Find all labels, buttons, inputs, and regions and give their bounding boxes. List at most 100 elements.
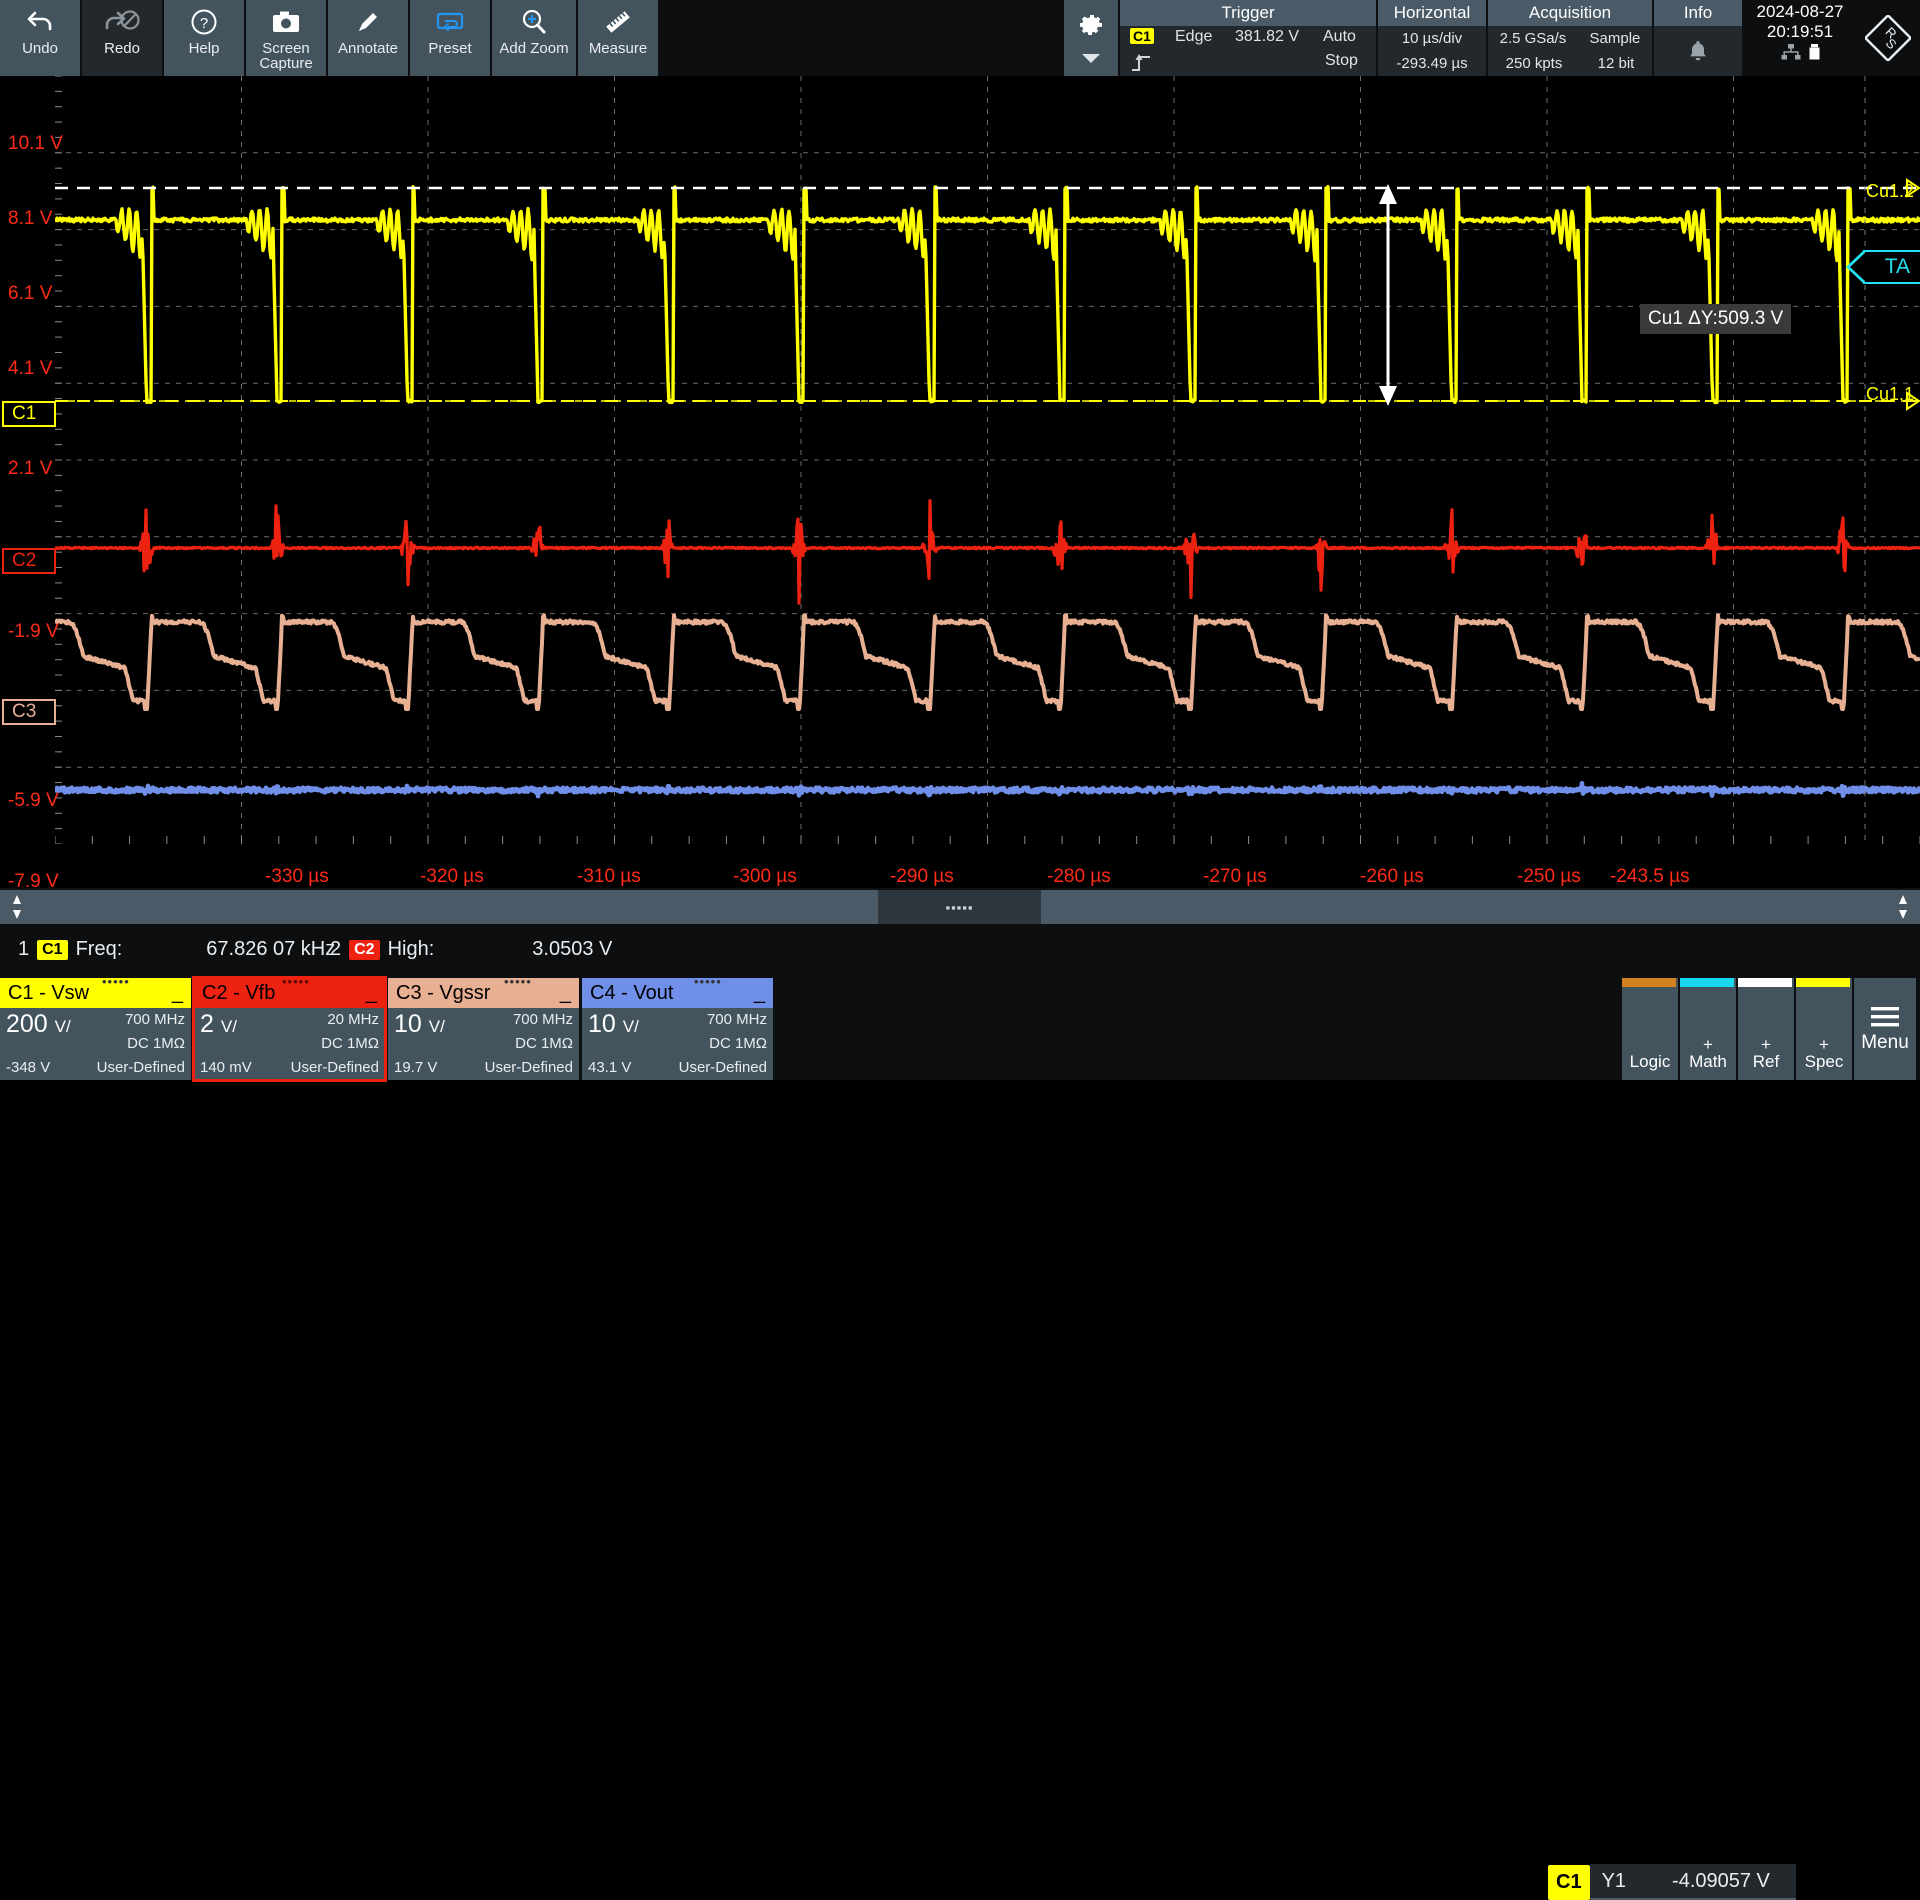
measurement-item-1[interactable]: 1 C1 Freq: 67.826 07 kHz — [18, 938, 335, 961]
settings-button[interactable] — [1064, 0, 1120, 76]
trigger-panel[interactable]: Trigger C1 Edge 381.82 V Auto Stop — [1120, 0, 1378, 76]
channel-card-c3[interactable]: C3 - Vgssr ••••• _ 10 V/ 19.7 V 700 MHz … — [388, 974, 579, 1080]
c4-card-header[interactable]: C4 - Vout ••••• _ — [582, 974, 773, 1008]
y-tick-label: -7.9 V — [8, 871, 59, 888]
c1-card-body[interactable]: 200 V/ -348 V 700 MHz DC 1MΩ User-Define… — [0, 1008, 191, 1080]
ta-label: TA — [1845, 250, 1920, 284]
ref-label: Ref — [1752, 1052, 1780, 1071]
c3-minimize-button[interactable]: _ — [560, 982, 571, 1005]
trigger-marker-ta[interactable]: TA — [1845, 250, 1920, 284]
chevron-down-icon[interactable] — [1080, 51, 1102, 65]
undo-icon — [25, 6, 55, 38]
channel-card-c4[interactable]: C4 - Vout ••••• _ 10 V/ 43.1 V 700 MHz D… — [582, 974, 773, 1080]
scroll-up-down-left[interactable] — [3, 890, 31, 924]
math-button[interactable]: + Math — [1680, 978, 1738, 1080]
math-plus: + — [1703, 1035, 1713, 1054]
measure-button[interactable]: Measure — [578, 0, 660, 76]
plot-canvas[interactable] — [55, 76, 1920, 844]
spec-plus: + — [1819, 1035, 1829, 1054]
c4-coupling: DC 1MΩ — [709, 1035, 767, 1052]
c2-minimize-button[interactable]: _ — [366, 982, 377, 1005]
meas2-channel: C2 — [349, 939, 380, 960]
undo-button[interactable]: Undo — [0, 0, 82, 76]
c3-card-header[interactable]: C3 - Vgssr ••••• _ — [388, 974, 579, 1008]
help-button[interactable]: ? Help — [164, 0, 246, 76]
channel-card-c1[interactable]: C1 - Vsw ••••• _ 200 V/ -348 V 700 MHz D… — [0, 974, 191, 1080]
ref-button[interactable]: + Ref — [1738, 978, 1796, 1080]
c1-minimize-button[interactable]: _ — [172, 982, 183, 1005]
horizontal-panel[interactable]: Horizontal 10 µs/div -293.49 µs — [1378, 0, 1488, 76]
acquisition-body: 2.5 GSa/s Sample 250 kpts 12 bit — [1488, 26, 1652, 76]
channel-marker-c3[interactable]: C3 — [2, 699, 57, 725]
info-panel[interactable]: Info — [1654, 0, 1744, 76]
channel-card-c2[interactable]: C2 - Vfb ••••• _ 2 V/ 140 mV 20 MHz DC 1… — [192, 974, 387, 1082]
bell-icon[interactable] — [1685, 38, 1711, 64]
math-color-cap — [1680, 978, 1734, 987]
c4-drag-dots: ••••• — [694, 974, 722, 989]
c3-probe: User-Defined — [484, 1059, 573, 1076]
annotate-label: Annotate — [337, 40, 399, 57]
add-zoom-button[interactable]: Add Zoom — [492, 0, 578, 76]
cursor-delta-readout: Cu1 ΔY:509.3 V — [1640, 304, 1792, 334]
c3-marker-label: C3 — [2, 699, 57, 725]
screen-capture-button[interactable]: Screen Capture — [246, 0, 328, 76]
c2-card-body[interactable]: 2 V/ 140 mV 20 MHz DC 1MΩ User-Defined — [194, 1008, 385, 1080]
c4-minimize-button[interactable]: _ — [754, 982, 765, 1005]
c1-card-title: C1 - Vsw — [8, 981, 90, 1004]
y-tick-label: 10.1 V — [8, 133, 63, 154]
cursor-readout-box[interactable]: C1 Y1 -4.09057 V — [1548, 1864, 1796, 1900]
rising-edge-icon — [1130, 52, 1152, 74]
c4-card-body[interactable]: 10 V/ 43.1 V 700 MHz DC 1MΩ User-Defined — [582, 1008, 773, 1080]
acquisition-mode: Sample — [1589, 30, 1641, 47]
meas1-name: Freq: — [75, 938, 123, 960]
horizontal-body: 10 µs/div -293.49 µs — [1378, 26, 1486, 76]
scroll-up-down-right[interactable] — [1889, 890, 1917, 924]
trigger-level: 381.82 V — [1235, 28, 1300, 45]
c3-bandwidth: 700 MHz — [512, 1011, 573, 1028]
meas2-index: 2 — [330, 938, 342, 960]
cursor-readout-value: -4.09057 V — [1672, 1869, 1770, 1892]
spec-button[interactable]: + Spec — [1796, 978, 1854, 1080]
waveform-svg[interactable] — [55, 76, 1920, 844]
acquisition-title: Acquisition — [1488, 0, 1652, 26]
trigger-source-chip: C1 — [1130, 28, 1154, 45]
c1-card-header[interactable]: C1 - Vsw ••••• _ — [0, 974, 191, 1008]
trigger-state: Stop — [1325, 52, 1358, 69]
c1-coupling: DC 1MΩ — [127, 1035, 185, 1052]
c3-scale: 10 — [394, 1010, 422, 1038]
c4-bandwidth: 700 MHz — [706, 1011, 767, 1028]
add-zoom-label: Add Zoom — [499, 40, 569, 57]
c4-scale-unit: V/ — [622, 1017, 639, 1036]
waveform-area[interactable]: 10.1 V 8.1 V 6.1 V 4.1 V 2.1 V -1.9 V -5… — [0, 76, 1920, 888]
horizontal-position: -293.49 µs — [1396, 55, 1468, 72]
annotate-button[interactable]: Annotate — [328, 0, 410, 76]
logic-button[interactable]: Logic — [1622, 978, 1680, 1080]
c3-drag-dots: ••••• — [504, 974, 532, 989]
scrollbar-thumb[interactable]: ▪▪▪▪▪ — [878, 890, 1041, 924]
c4-card-title: C4 - Vout — [590, 981, 674, 1004]
channel-marker-c2[interactable]: C2 — [2, 548, 57, 574]
menu-button[interactable]: Menu — [1854, 978, 1916, 1080]
c2-offset: 140 mV — [200, 1059, 252, 1076]
ruler-icon — [604, 6, 632, 38]
trigger-title: Trigger — [1120, 0, 1376, 26]
channel-marker-c1[interactable]: C1 — [2, 401, 57, 427]
c1-scale-unit: V/ — [54, 1017, 71, 1036]
grip-dots-icon: ▪▪▪▪▪ — [945, 899, 974, 915]
meas2-value: 3.0503 V — [532, 938, 613, 960]
ref-color-cap — [1738, 978, 1792, 987]
horizontal-scrollbar[interactable]: ▪▪▪▪▪ — [0, 888, 1920, 926]
redo-disabled-icon — [101, 6, 143, 38]
measurement-item-2[interactable]: 2 C2 High: 3.0503 V — [330, 938, 612, 961]
c3-card-body[interactable]: 10 V/ 19.7 V 700 MHz DC 1MΩ User-Defined — [388, 1008, 579, 1080]
x-tick-label: -260 µs — [1360, 866, 1424, 887]
c2-scale-unit: V/ — [220, 1017, 237, 1036]
acquisition-panel[interactable]: Acquisition 2.5 GSa/s Sample 250 kpts 12 b… — [1488, 0, 1654, 76]
cursor-readout-row[interactable]: Y1 -4.09057 V — [1589, 1864, 1796, 1900]
preset-button[interactable]: Preset — [410, 0, 492, 76]
x-tick-label: -250 µs — [1517, 866, 1581, 887]
y-tick-label: 6.1 V — [8, 283, 53, 304]
info-body — [1654, 26, 1742, 76]
redo-button[interactable]: Redo — [82, 0, 164, 76]
c2-card-header[interactable]: C2 - Vfb ••••• _ — [194, 974, 385, 1008]
